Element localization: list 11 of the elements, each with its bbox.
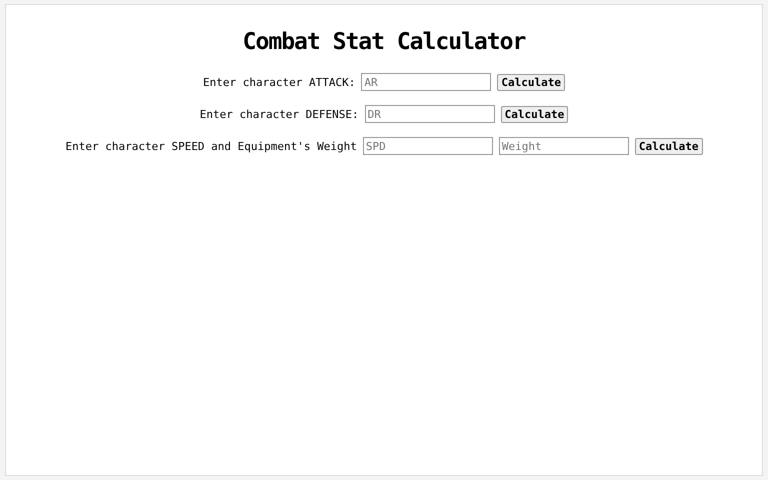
- input-field[interactable]: SPD: [362, 137, 493, 155]
- field-label: Enter character SPEED and Equipment's Weight: [65, 140, 357, 152]
- calculate-button[interactable]: Calculate: [634, 138, 702, 154]
- page-title: Combat Stat Calculator: [242, 29, 526, 55]
- input-field[interactable]: Weight: [498, 137, 629, 155]
- field-label: Enter character ATTACK:: [203, 76, 356, 88]
- calculate-button[interactable]: Calculate: [497, 74, 565, 90]
- input-field[interactable]: DR: [364, 105, 495, 123]
- input-field[interactable]: AR: [361, 73, 492, 91]
- field-label: Enter character DEFENSE:: [200, 108, 359, 120]
- calculate-button[interactable]: Calculate: [500, 106, 568, 122]
